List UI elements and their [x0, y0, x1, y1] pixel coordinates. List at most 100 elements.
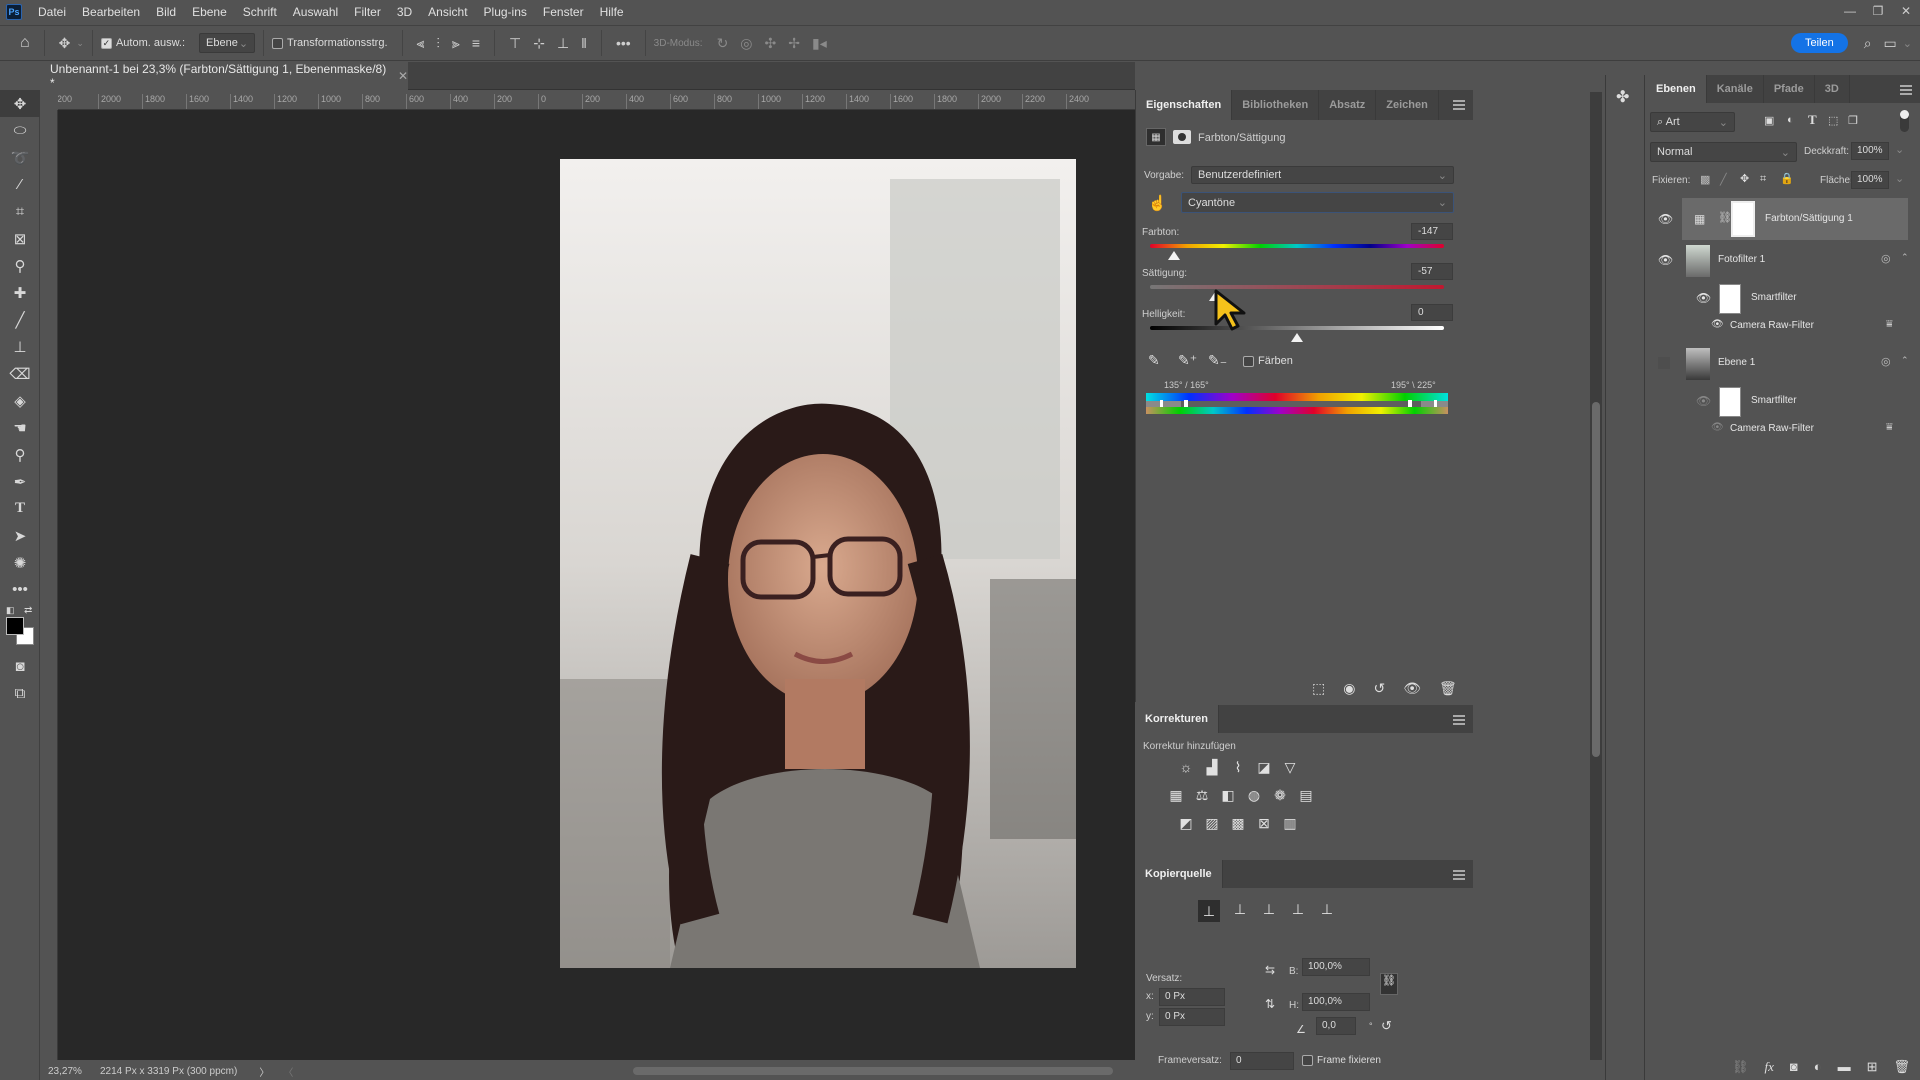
foreground-color-swatch[interactable]: [6, 617, 24, 635]
clip-to-layer-icon[interactable]: ⬚: [1312, 680, 1325, 697]
menu-3d[interactable]: 3D: [389, 0, 420, 24]
fill-chevron-icon[interactable]: ⌄: [1895, 172, 1904, 185]
lock-position-icon[interactable]: ✥: [1740, 172, 1749, 185]
align-center-h-icon[interactable]: ⫶: [436, 35, 440, 52]
auto-select-checkbox[interactable]: ✓ Autom. ausw.:: [100, 37, 185, 49]
hue-slider-track[interactable]: [1150, 244, 1444, 248]
visibility-eye-icon[interactable]: 👁: [1658, 253, 1673, 267]
selective-color-icon[interactable]: ⊠: [1255, 814, 1273, 832]
lock-frame-checkbox[interactable]: Frame fixieren: [1302, 1055, 1381, 1066]
paint-bucket-tool[interactable]: ◈: [0, 387, 40, 414]
colorize-checkbox[interactable]: Färben: [1243, 355, 1293, 367]
posterize-icon[interactable]: ▨: [1203, 814, 1221, 832]
delete-icon[interactable]: 🗑: [1439, 680, 1457, 697]
link-scale-icon[interactable]: ⛓: [1380, 973, 1398, 995]
filter-row[interactable]: 👁 Camera Raw-Filter ⩸: [1646, 418, 1920, 440]
visibility-eye-icon[interactable]: 👁: [1696, 394, 1711, 408]
path-selection-tool[interactable]: ➤: [0, 522, 40, 549]
filter-options-icon[interactable]: ⩸: [1886, 421, 1893, 434]
plugins-panel-icon[interactable]: ✤: [1616, 87, 1629, 107]
hue-saturation-icon[interactable]: ▦: [1167, 786, 1185, 804]
tab-korrekturen[interactable]: Korrekturen: [1135, 705, 1219, 733]
marquee-tool[interactable]: ⬭: [0, 117, 40, 144]
document-image[interactable]: [560, 159, 1076, 968]
blend-mode-dropdown[interactable]: Normal ⌄: [1650, 142, 1797, 162]
hue-value-input[interactable]: -147: [1411, 223, 1453, 240]
mask-icon[interactable]: [1173, 130, 1191, 144]
menu-ebene[interactable]: Ebene: [184, 0, 235, 24]
lightness-value-input[interactable]: 0: [1411, 304, 1453, 321]
smart-filter-row[interactable]: 👁 Smartfilter: [1646, 282, 1920, 314]
magic-wand-tool[interactable]: ⁄: [0, 171, 40, 198]
lock-all-icon[interactable]: 🔒: [1780, 172, 1794, 185]
lasso-tool[interactable]: ➰: [0, 144, 40, 171]
menu-datei[interactable]: Datei: [30, 0, 74, 24]
clone-source-4-icon[interactable]: ⊥: [1289, 900, 1307, 918]
close-tab-icon[interactable]: ✕: [398, 69, 408, 83]
home-icon[interactable]: ⌂: [20, 34, 30, 52]
delete-layer-icon[interactable]: 🗑: [1893, 1059, 1910, 1075]
hue-slider-thumb[interactable]: [1167, 251, 1180, 260]
tool-preset-chevron-icon[interactable]: ⌄: [76, 38, 84, 49]
search-icon[interactable]: ⌕: [1864, 35, 1872, 52]
transform-controls-checkbox[interactable]: Transformationsstrg.: [272, 37, 388, 49]
flip-vertical-icon[interactable]: ⇅: [1265, 997, 1275, 1011]
workspace-icon[interactable]: ▭: [1884, 35, 1897, 52]
type-tool[interactable]: T: [0, 495, 40, 522]
share-button[interactable]: Teilen: [1790, 33, 1848, 53]
tab-bibliotheken[interactable]: Bibliotheken: [1232, 90, 1320, 120]
tab-eigenschaften[interactable]: Eigenschaften: [1136, 90, 1233, 120]
distribute-icon[interactable]: ≡: [472, 35, 480, 51]
mask-link-icon[interactable]: ⛓: [1718, 211, 1732, 224]
filter-type-icon[interactable]: T: [1808, 112, 1817, 128]
channel-dropdown[interactable]: Cyantöne ⌄: [1181, 192, 1454, 213]
horizontal-scrollbar[interactable]: [633, 1067, 1114, 1075]
add-mask-icon[interactable]: ◙: [1790, 1059, 1798, 1074]
eraser-tool[interactable]: ⌫: [0, 360, 40, 387]
targeted-adjustment-hand-icon[interactable]: ☝: [1148, 194, 1167, 212]
workspace-chevron-icon[interactable]: ⌄: [1903, 37, 1912, 50]
saturation-value-input[interactable]: -57: [1411, 263, 1453, 280]
lightness-slider-thumb[interactable]: [1291, 333, 1303, 342]
width-scale-input[interactable]: 100,0%: [1302, 958, 1370, 976]
preset-dropdown[interactable]: Benutzerdefiniert ⌄: [1191, 166, 1454, 184]
new-adjustment-icon[interactable]: ◐: [1814, 1059, 1822, 1074]
exposure-icon[interactable]: ◪: [1255, 758, 1273, 776]
document-tab[interactable]: Unbenannt-1 bei 23,3% (Farbton/Sättigung…: [40, 62, 408, 90]
menu-auswahl[interactable]: Auswahl: [285, 0, 346, 24]
clone-source-2-icon[interactable]: ⊥: [1231, 900, 1249, 918]
lock-artboard-icon[interactable]: ⌗: [1760, 173, 1766, 186]
filter-toggle-switch[interactable]: [1900, 110, 1909, 132]
eyedropper-add-icon[interactable]: ✎⁺: [1178, 352, 1197, 369]
zoom-level[interactable]: 23,27%: [40, 1066, 82, 1077]
eyedropper-tool[interactable]: ⚲: [0, 252, 40, 279]
tab-pfade[interactable]: Pfade: [1764, 75, 1815, 103]
layer-filter-dropdown[interactable]: ⌕ Art ⌄: [1650, 112, 1735, 132]
quick-mask-button[interactable]: ◙: [0, 653, 40, 680]
visibility-eye-icon[interactable]: 👁: [1711, 422, 1724, 433]
panel-menu-icon[interactable]: [1900, 85, 1912, 95]
visibility-off-box[interactable]: [1658, 357, 1670, 369]
tab-zeichen[interactable]: Zeichen: [1376, 90, 1439, 120]
frame-tool[interactable]: ⊠: [0, 225, 40, 252]
fx-icon[interactable]: fx: [1764, 1059, 1773, 1075]
menu-bild[interactable]: Bild: [148, 0, 184, 24]
swap-colors-icon[interactable]: ⇄: [24, 605, 32, 616]
crop-tool[interactable]: ⌗: [0, 198, 40, 225]
color-balance-icon[interactable]: ⚖: [1193, 786, 1211, 804]
panel-menu-icon[interactable]: [1453, 100, 1465, 110]
color-lookup-icon[interactable]: ▤: [1297, 786, 1315, 804]
filter-pixel-icon[interactable]: ▣: [1764, 114, 1774, 127]
menu-filter[interactable]: Filter: [346, 0, 389, 24]
smudge-tool[interactable]: ☚: [0, 414, 40, 441]
smart-filter-row[interactable]: 👁 Smartfilter: [1646, 385, 1920, 417]
curves-icon[interactable]: ⌇: [1229, 758, 1247, 776]
align-top-icon[interactable]: ⊤: [509, 35, 521, 52]
menu-plugins[interactable]: Plug-ins: [476, 0, 535, 24]
invert-icon[interactable]: ◩: [1177, 814, 1195, 832]
menu-fenster[interactable]: Fenster: [535, 0, 592, 24]
layer-row-ebene-1[interactable]: Ebene 1 ◎ ⌃: [1646, 343, 1920, 385]
new-layer-icon[interactable]: ⊞: [1867, 1059, 1878, 1075]
filter-adjustment-icon[interactable]: ◐: [1787, 114, 1794, 126]
lock-transparency-icon[interactable]: ▩: [1700, 173, 1710, 186]
